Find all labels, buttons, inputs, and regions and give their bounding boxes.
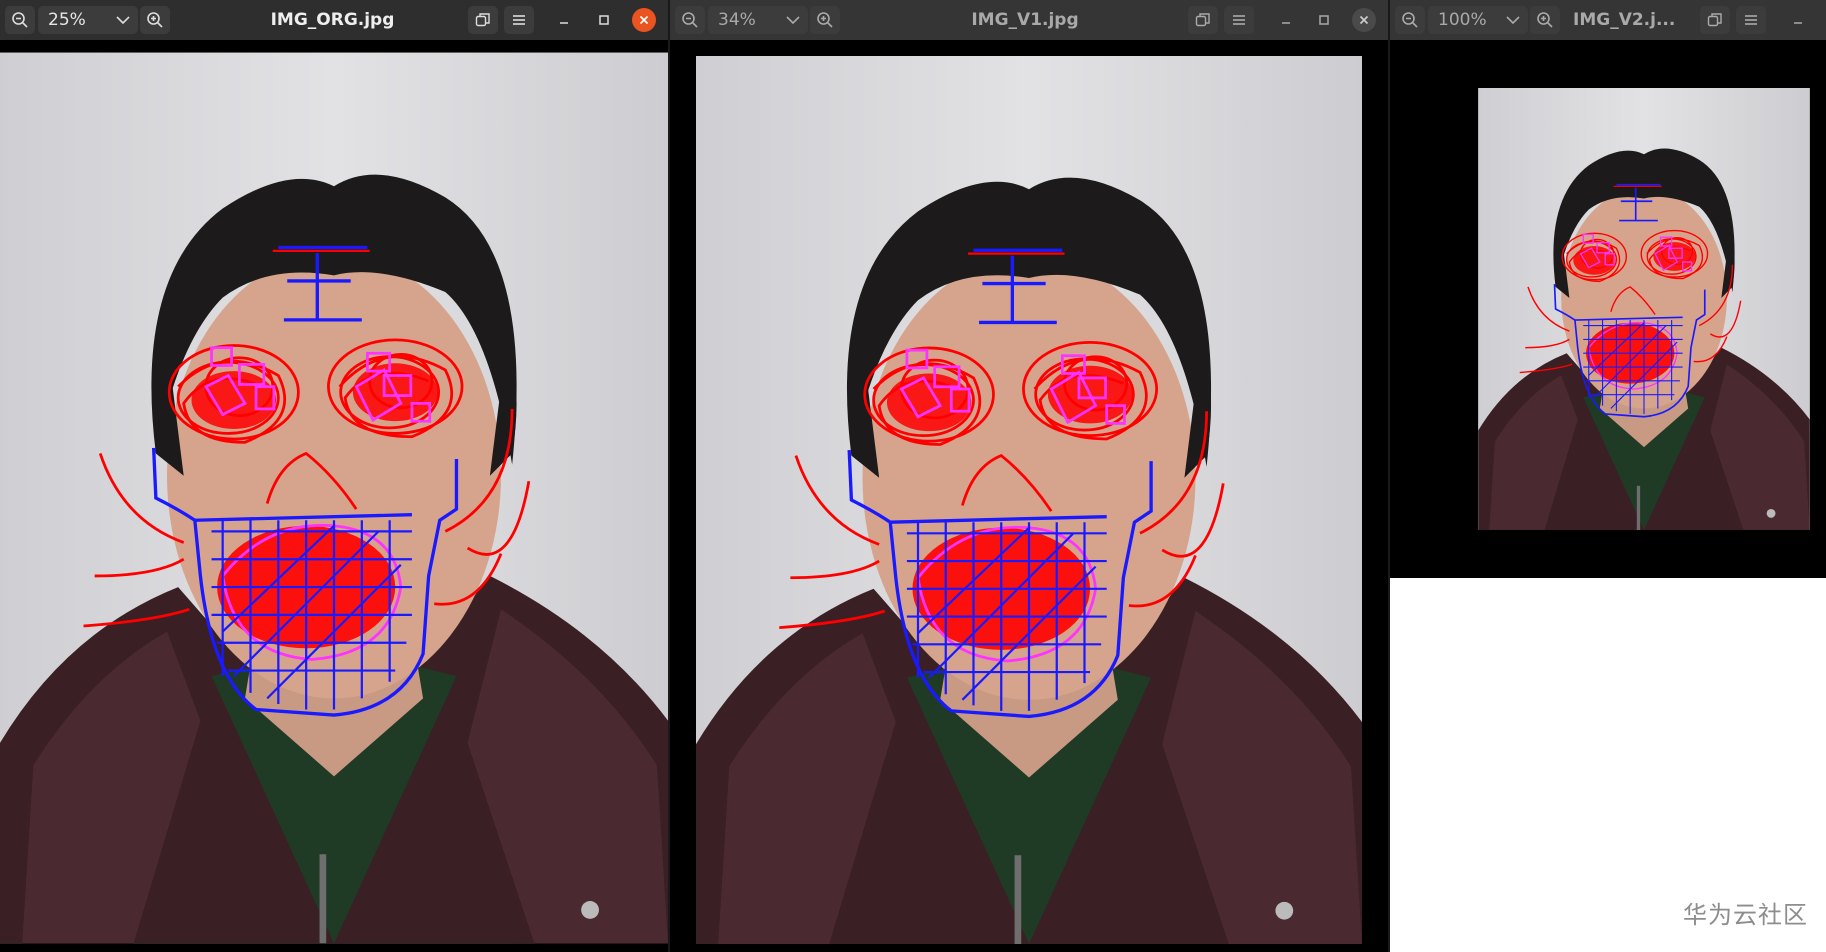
zoom-level-value: 25% (48, 10, 86, 30)
minimize-button[interactable] (552, 8, 576, 32)
annotated-face-photo (1476, 88, 1812, 530)
restore-view-icon (1707, 13, 1722, 27)
zoom-in-icon (147, 12, 163, 28)
zoom-in-icon (1537, 12, 1553, 28)
viewer-window-2: 34% IMG_V1.jpg (670, 0, 1388, 952)
zoom-level-value: 34% (718, 10, 756, 30)
hamburger-menu-icon (1745, 15, 1757, 25)
viewer-window-1: 25% IMG_ORG.jpg (0, 0, 668, 952)
minimize-button[interactable] (1786, 8, 1810, 32)
restore-view-icon (1195, 13, 1210, 27)
zoom-out-button[interactable] (675, 6, 705, 34)
close-button[interactable] (1352, 8, 1376, 32)
minimize-icon (1794, 22, 1802, 24)
menu-button[interactable] (504, 6, 534, 34)
zoom-in-button[interactable] (1530, 6, 1560, 34)
zoom-out-button[interactable] (1395, 6, 1425, 34)
close-icon (639, 15, 649, 25)
photo (1462, 88, 1826, 530)
zoom-out-icon (1402, 12, 1418, 28)
chevron-down-icon (786, 16, 800, 25)
image-canvas[interactable] (670, 40, 1388, 952)
photo (0, 52, 668, 944)
watermark-text: 华为云社区 (1683, 901, 1808, 929)
annotated-face-photo (0, 52, 668, 944)
titlebar[interactable]: 34% IMG_V1.jpg (670, 0, 1388, 40)
minimize-icon (1282, 22, 1290, 24)
zoom-level-select[interactable]: 25% (38, 6, 138, 34)
menu-button[interactable] (1224, 6, 1254, 34)
titlebar[interactable]: 100% IMG_V2.j... (1390, 0, 1826, 40)
window-title: IMG_ORG.jpg (270, 10, 395, 30)
close-button[interactable] (632, 8, 656, 32)
restore-view-button[interactable] (1188, 6, 1218, 34)
minimize-icon (560, 22, 568, 24)
hamburger-menu-icon (1233, 15, 1245, 25)
zoom-in-icon (817, 12, 833, 28)
restore-view-icon (475, 13, 490, 27)
zoom-level-select[interactable]: 100% (1428, 6, 1528, 34)
zoom-out-button[interactable] (5, 6, 35, 34)
zoom-in-button[interactable] (810, 6, 840, 34)
zoom-level-value: 100% (1438, 10, 1487, 30)
maximize-button[interactable] (1312, 8, 1336, 32)
zoom-level-select[interactable]: 34% (708, 6, 808, 34)
window-title: IMG_V2.j... (1573, 10, 1676, 30)
close-icon (1359, 15, 1369, 25)
annotated-face-photo (670, 56, 1388, 944)
zoom-in-button[interactable] (140, 6, 170, 34)
photo (670, 56, 1388, 944)
titlebar[interactable]: 25% IMG_ORG.jpg (0, 0, 668, 40)
maximize-icon (599, 15, 609, 25)
viewer-window-3: 100% IMG_V2.j... (1390, 0, 1826, 578)
menu-button[interactable] (1736, 6, 1766, 34)
hamburger-menu-icon (513, 15, 525, 25)
image-canvas[interactable] (0, 40, 668, 952)
maximize-icon (1319, 15, 1329, 25)
chevron-down-icon (116, 16, 130, 25)
zoom-out-icon (12, 12, 28, 28)
restore-view-button[interactable] (1700, 6, 1730, 34)
minimize-button[interactable] (1274, 8, 1298, 32)
chevron-down-icon (1506, 16, 1520, 25)
image-canvas[interactable] (1390, 40, 1826, 578)
zoom-out-icon (682, 12, 698, 28)
maximize-button[interactable] (592, 8, 616, 32)
window-title: IMG_V1.jpg (971, 10, 1079, 30)
restore-view-button[interactable] (468, 6, 498, 34)
